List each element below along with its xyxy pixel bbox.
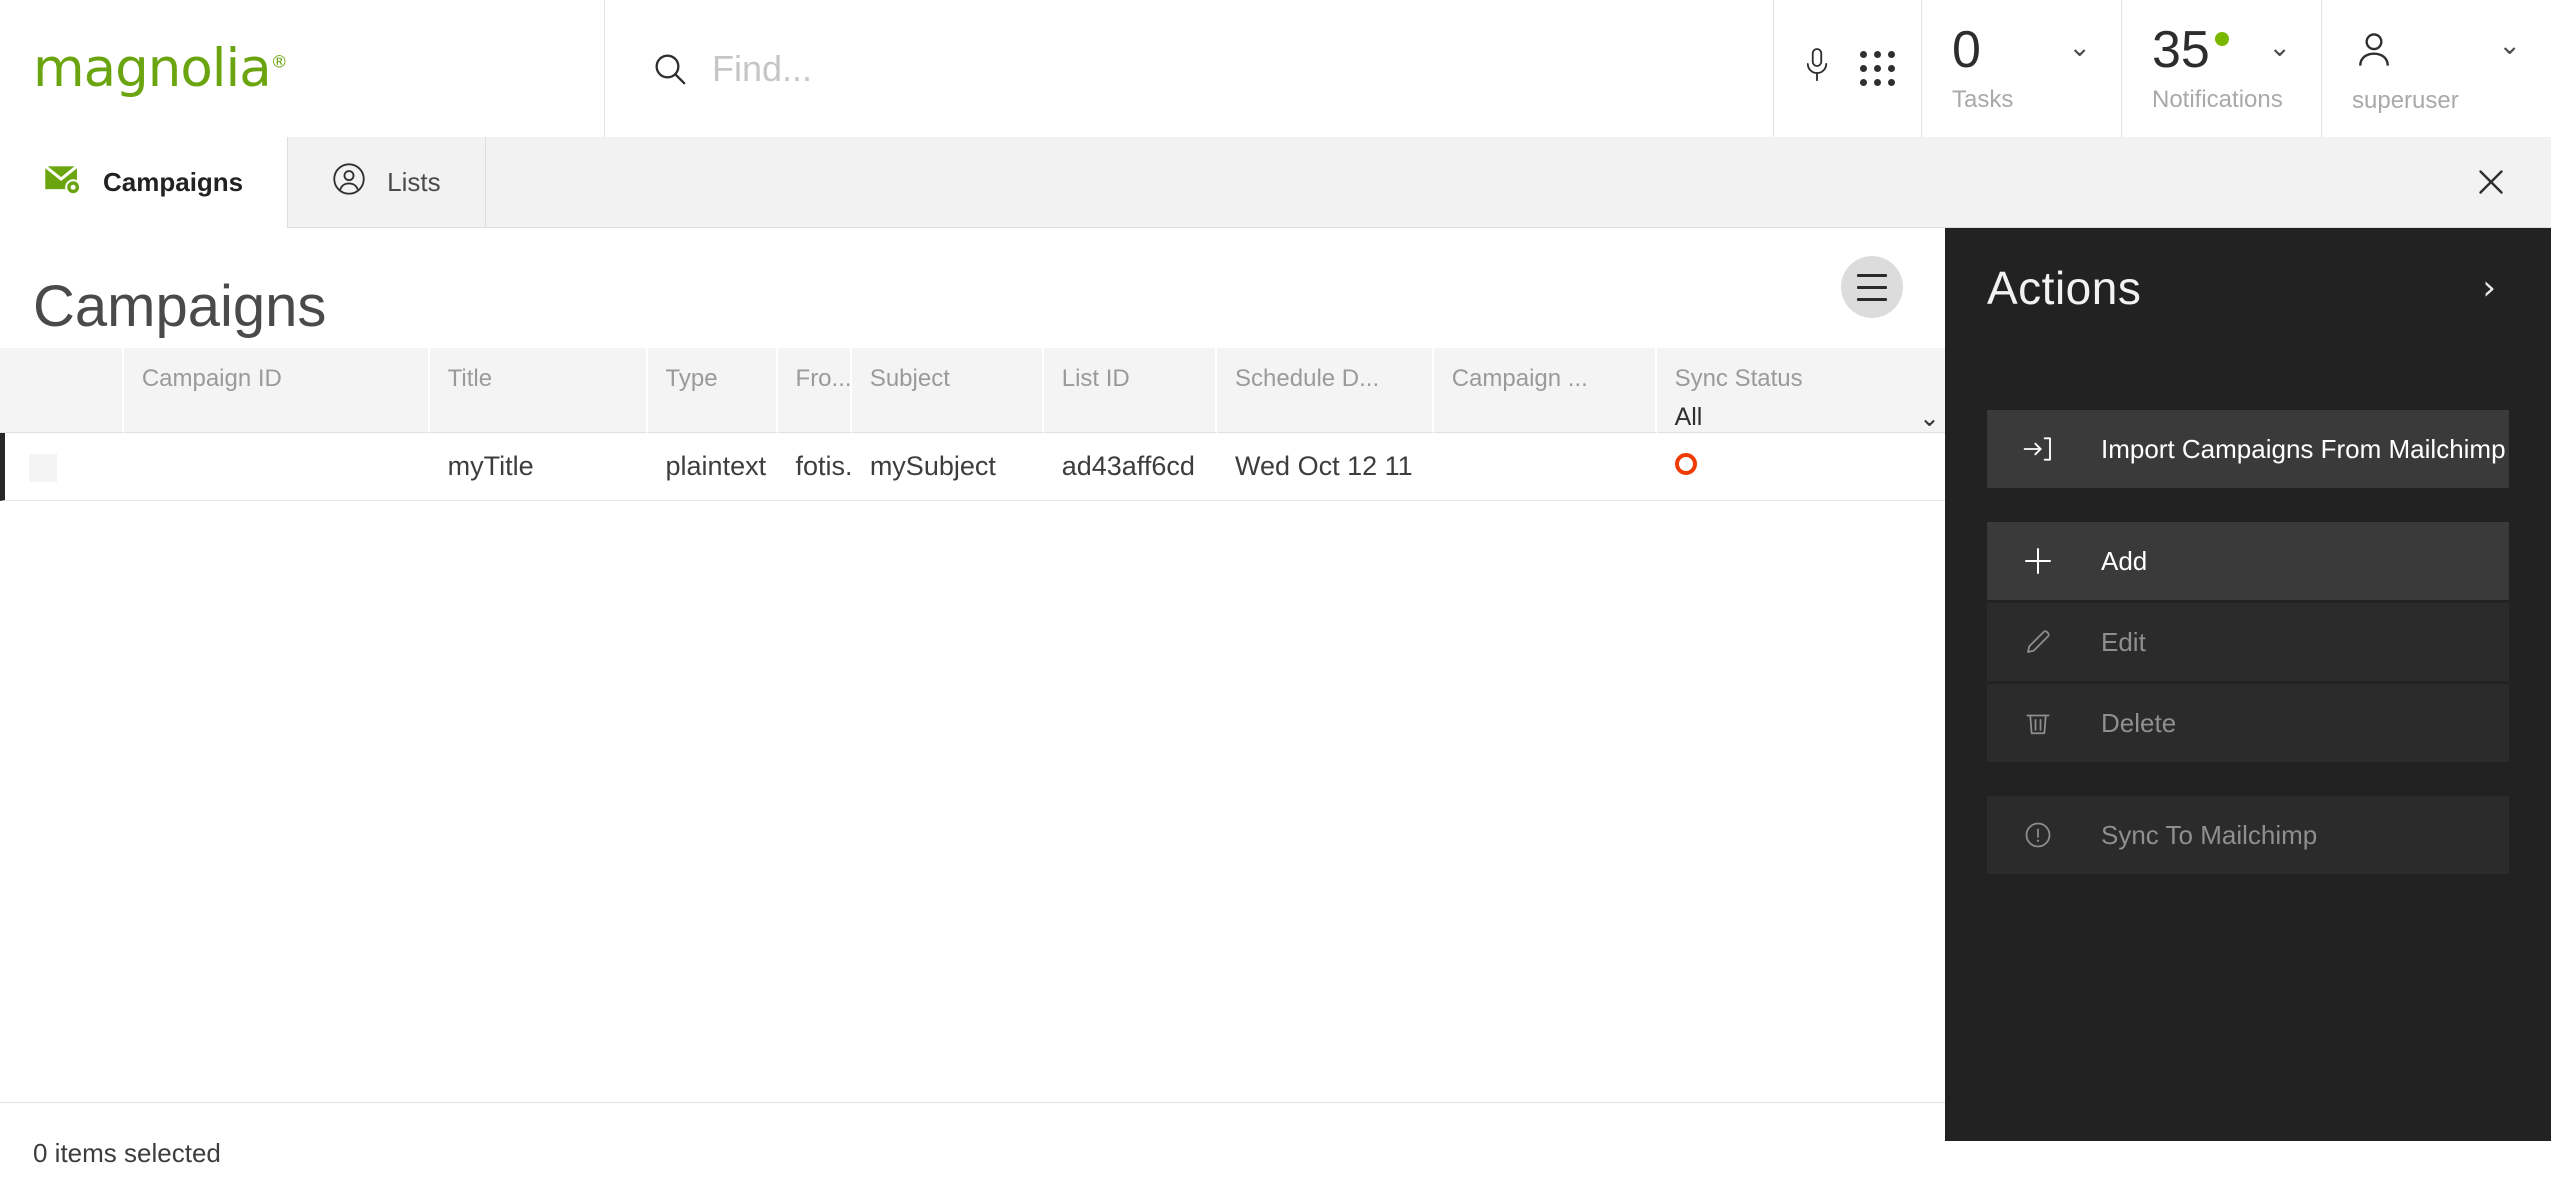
cell-campaign-extra <box>1433 433 1657 501</box>
chevron-down-icon[interactable]: ⌄ <box>1919 405 1940 430</box>
chevron-down-icon[interactable]: ⌄ <box>2268 34 2291 61</box>
column-header-from[interactable]: Fro... <box>777 348 852 433</box>
tasks-widget[interactable]: 0 ⌄ Tasks <box>1921 0 2121 137</box>
actions-group-import: Import Campaigns From Mailchimp <box>1987 410 2509 488</box>
cell-schedule-date: Wed Oct 12 11 <box>1217 433 1434 501</box>
campaigns-table-wrapper[interactable]: Campaign ID Title Type Fro... Subject Li… <box>0 348 1945 1102</box>
brand-logo[interactable]: magnolia® <box>0 0 605 137</box>
user-circle-icon <box>332 162 366 203</box>
action-import-campaigns-from-mailchimp[interactable]: Import Campaigns From Mailchimp <box>1987 410 2509 488</box>
action-delete[interactable]: Delete <box>1987 684 2509 762</box>
notifications-label: Notifications <box>2152 85 2283 113</box>
column-header-campaign-id[interactable]: Campaign ID <box>123 348 430 433</box>
cell-from: fotis.flc <box>777 433 852 501</box>
row-checkbox[interactable] <box>29 453 57 482</box>
import-arrow-icon <box>2021 432 2055 466</box>
action-label: Delete <box>2101 707 2177 738</box>
search-icon <box>650 49 690 89</box>
info-circle-icon <box>2021 818 2055 852</box>
close-icon <box>2479 170 2503 194</box>
page-title: Campaigns <box>33 274 327 339</box>
microphone-icon[interactable] <box>1800 46 1834 91</box>
sync-status-filter-value: All <box>1674 403 1703 431</box>
mail-gear-icon <box>44 163 82 202</box>
tasks-count: 0 <box>1952 20 1981 79</box>
column-header-select[interactable] <box>0 348 124 433</box>
actions-group-divider <box>1987 491 2509 522</box>
view-mode-button[interactable] <box>1841 256 1903 318</box>
column-header-type[interactable]: Type <box>647 348 778 433</box>
column-header-title[interactable]: Title <box>429 348 648 433</box>
table-row[interactable]: myTitle plaintext fotis.flc mySubject ad… <box>0 433 1945 501</box>
column-header-sync-status-label: Sync Status <box>1674 365 1803 392</box>
close-app-button[interactable] <box>2431 137 2551 227</box>
page-header: Campaigns <box>0 228 1945 348</box>
pencil-icon <box>2021 625 2055 659</box>
tab-bar-filler <box>486 137 2431 227</box>
campaigns-table: Campaign ID Title Type Fro... Subject Li… <box>0 348 1945 501</box>
row-select-cell[interactable] <box>0 433 124 501</box>
status-bar: 0 items selected <box>0 1102 1945 1204</box>
action-label: Add <box>2101 545 2148 576</box>
column-header-sync-status[interactable]: Sync Status All ⌄ <box>1656 348 1945 433</box>
column-header-subject[interactable]: Subject <box>851 348 1044 433</box>
apps-grid-icon[interactable] <box>1860 51 1895 86</box>
tab-campaigns[interactable]: Campaigns <box>0 137 288 228</box>
header-icon-group <box>1774 0 1921 137</box>
action-add[interactable]: Add <box>1987 522 2509 600</box>
action-edit[interactable]: Edit <box>1987 603 2509 681</box>
user-widget[interactable]: ⌄ superuser <box>2321 0 2551 137</box>
actions-group-crud: Add Edit Delete <box>1987 522 2509 762</box>
cell-subject: mySubject <box>851 433 1044 501</box>
actions-panel: Actions › Import Campaigns From Mailchim… <box>1945 228 2551 1141</box>
actions-header: Actions › <box>1945 228 2551 348</box>
cell-list-id: ad43aff6cd <box>1043 433 1218 501</box>
plus-icon <box>2021 544 2055 578</box>
actions-list: Import Campaigns From Mailchimp Add Edit… <box>1945 410 2551 874</box>
chevron-right-icon[interactable]: › <box>2482 271 2496 305</box>
user-name: superuser <box>2352 87 2459 114</box>
top-header: magnolia® Find... 0 ⌄ Tasks 35 ⌄ Notific… <box>0 0 2551 137</box>
hamburger-icon-line <box>1857 297 1887 301</box>
table-header-row: Campaign ID Title Type Fro... Subject Li… <box>0 348 1945 433</box>
notifications-count: 35 <box>2152 20 2210 79</box>
cell-type: plaintext <box>647 433 778 501</box>
notification-dot-icon <box>2214 31 2229 46</box>
main-content: Campaigns Campaign ID Title Type Fro... … <box>0 228 1945 1102</box>
column-header-list-id[interactable]: List ID <box>1043 348 1218 433</box>
search-bar[interactable]: Find... <box>605 0 1774 137</box>
brand-name: magnolia® <box>33 38 288 99</box>
hamburger-icon-line <box>1857 273 1887 277</box>
action-label: Sync To Mailchimp <box>2101 819 2318 850</box>
cell-campaign-id <box>123 433 430 501</box>
sync-pending-ring-icon <box>1674 453 1697 475</box>
registered-mark: ® <box>270 52 288 73</box>
action-sync-to-mailchimp[interactable]: Sync To Mailchimp <box>1987 796 2509 874</box>
tab-bar: Campaigns Lists <box>0 137 2551 228</box>
chevron-down-icon[interactable]: ⌄ <box>2498 32 2521 59</box>
sync-status-filter[interactable]: All ⌄ <box>1675 403 1945 432</box>
column-header-campaign-extra[interactable]: Campaign ... <box>1433 348 1657 433</box>
actions-title: Actions <box>1987 262 2142 314</box>
actions-group-sync: Sync To Mailchimp <box>1987 796 2509 874</box>
tasks-label: Tasks <box>1952 85 2014 113</box>
selection-status: 0 items selected <box>33 1138 221 1168</box>
notifications-widget[interactable]: 35 ⌄ Notifications <box>2121 0 2321 137</box>
tab-lists-label: Lists <box>387 167 441 197</box>
action-label: Import Campaigns From Mailchimp <box>2101 433 2506 464</box>
cell-title: myTitle <box>429 433 648 501</box>
hamburger-icon-line <box>1857 285 1887 289</box>
search-input[interactable]: Find... <box>712 48 812 90</box>
chevron-down-icon[interactable]: ⌄ <box>2068 34 2091 61</box>
actions-group-divider <box>1987 765 2509 796</box>
tab-campaigns-label: Campaigns <box>103 167 244 197</box>
trash-icon <box>2021 706 2055 740</box>
column-header-schedule-date[interactable]: Schedule D... <box>1217 348 1434 433</box>
action-label: Edit <box>2101 626 2146 657</box>
tab-lists[interactable]: Lists <box>287 137 486 228</box>
cell-sync-status <box>1656 433 1945 501</box>
user-icon <box>2352 28 2396 77</box>
